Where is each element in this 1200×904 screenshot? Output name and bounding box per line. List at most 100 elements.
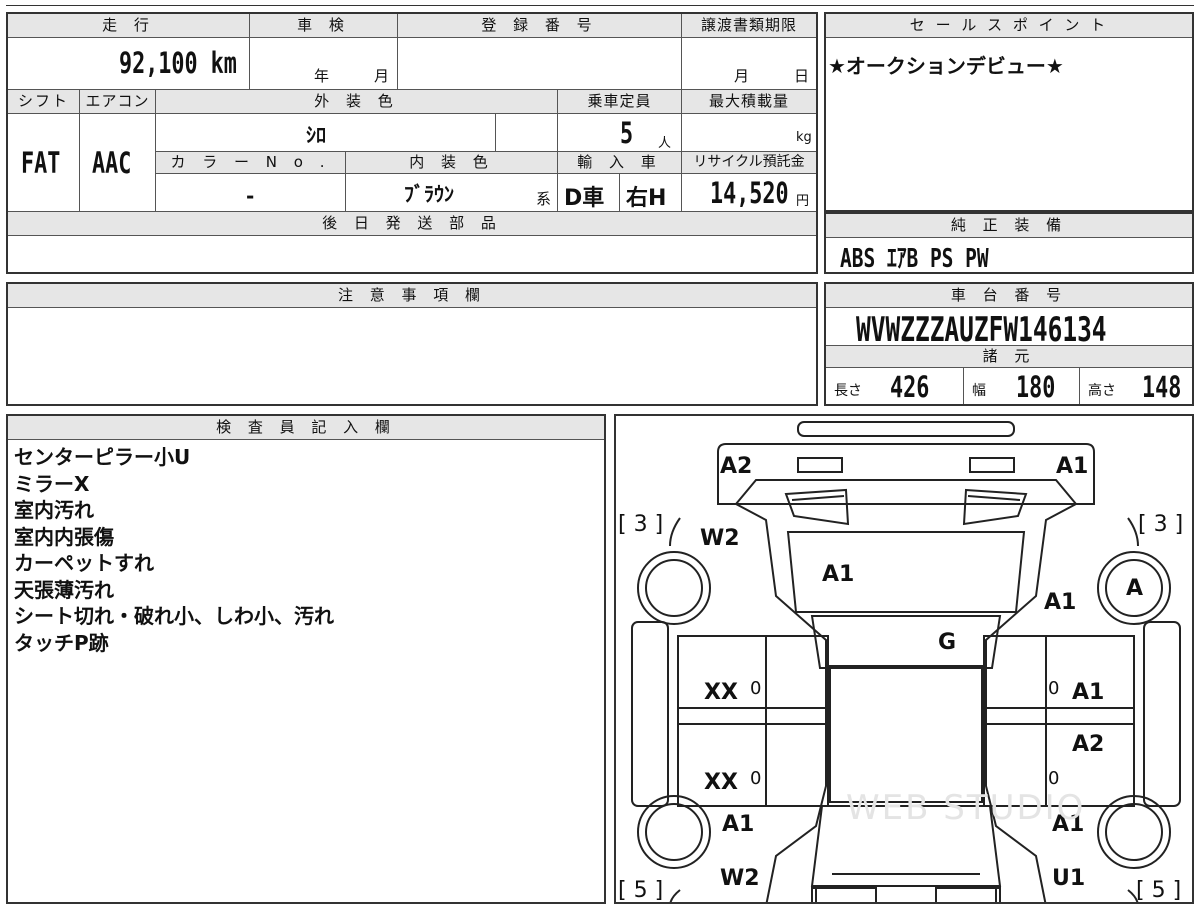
car-outline-diagram [631,421,1181,902]
shift-value: FAT [21,146,61,180]
sales-point-text: ★オークションデビュー★ [828,54,1064,78]
registration-cell [398,38,682,90]
max-load-header: 最大積載量 [682,90,816,114]
capacity-header: 乗車定員 [558,90,682,114]
inspection-header: 車 検 [250,14,398,38]
inspector-note-line: 室内内張傷 [14,524,114,549]
inspector-note-line: センターピラー小U [14,445,191,469]
spec-height-label: 高さ [1088,383,1116,399]
code-roof: G [938,630,957,655]
import-header: 輸 入 車 [558,152,682,174]
code-front-left-door: XX [704,680,738,705]
import-type-value: D車 [564,186,605,211]
import-type-cell: D車 [558,174,620,212]
code-rear-left-bottom: W2 [720,866,760,891]
spec-length-cell: 長さ 426 [826,368,964,404]
inspector-notes-header: 検 査 員 記 入 欄 [8,416,604,440]
code-rear-right-tire: [ 5 ] [1136,878,1182,903]
code-front-right-door: A1 [1072,680,1105,705]
inspection-month-label: 月 [374,67,390,85]
top-strip [6,0,1194,6]
code-rear-right-door-num: 0 [1048,768,1060,789]
code-front-right-tire: [ 3 ] [1138,512,1184,537]
chassis-number-header: 車 台 番 号 [826,284,1192,308]
recycle-deposit-cell: 14,520 円 [682,174,816,212]
import-steering-cell: 右H [620,174,682,212]
recycle-deposit-unit: 円 [796,194,810,209]
code-rear-left-tire: [ 5 ] [618,878,664,903]
code-front-right-lamp: A1 [1056,454,1089,479]
recycle-deposit-header: リサイクル預託金 [682,152,816,174]
code-front-left-door-num: 0 [750,678,762,699]
max-load-cell: kg [682,114,816,152]
code-windshield: A1 [822,562,855,587]
transfer-deadline-header: 譲渡書類期限 [682,14,816,38]
later-parts-cell [8,236,816,272]
spec-width-cell: 幅 180 [964,368,1080,404]
watermark: WEB STUDIO [846,788,1086,828]
genuine-equipment-header: 純 正 装 備 [826,214,1192,238]
color-no-value: - [246,184,255,208]
genuine-equipment-value: ABS ｴｱB PS PW [840,244,989,274]
aircon-header: エアコン [80,90,156,114]
code-front-left-lamp: A2 [720,454,753,479]
inspector-notes-list: センターピラー小U ミラーX 室内汚れ 室内内張傷 カーペットすれ 天張薄汚れ … [10,444,600,656]
caution-notes-box: 注 意 事 項 欄 [6,282,818,406]
spec-height-cell: 高さ 148 [1080,368,1192,404]
code-front-right-wheel: A [1126,576,1144,601]
color-no-cell: - [156,174,346,212]
capacity-unit: 人 [658,136,672,151]
code-rear-left-quarter: A1 [722,812,755,837]
registration-header: 登 録 番 号 [398,14,682,38]
inspector-note-line: シート切れ・破れ小、しわ小、汚れ [14,604,334,628]
inspector-note-line: 天張薄汚れ [14,577,114,602]
code-front-right-door-num: 0 [1048,678,1060,699]
interior-color-cell: ﾌﾞﾗｳﾝ 系 [346,174,558,212]
sales-point-header: セ ー ル ス ポ イ ン ト [826,14,1192,38]
interior-color-suffix: 系 [536,190,552,208]
inspector-note-line: タッチP跡 [14,630,109,655]
code-front-right-fender: A1 [1044,590,1077,615]
code-rear-right-bottom: U1 [1052,866,1086,891]
sales-point-box: セ ー ル ス ポ イ ン ト ★オークションデビュー★ [824,12,1194,212]
inspection-cell: 年 月 [250,38,398,90]
inspector-note-line: ミラーX [14,471,90,496]
exterior-color-header: 外 装 色 [156,90,558,114]
color-no-header: カ ラ ー N o . [156,152,346,174]
transfer-deadline-cell: 月 日 [682,38,816,90]
recycle-deposit-value: 14,520 [710,176,789,210]
mileage-value: 92,100 km [119,46,237,80]
interior-color-value: ﾌﾞﾗｳﾝ [404,182,454,206]
inspector-note-line: 室内汚れ [14,498,94,522]
damage-diagram-box: A2 A1 [ 3 ] [ 3 ] W2 A1 A1 A G XX 0 0 A1… [614,414,1194,904]
inspection-year-label: 年 [314,67,330,85]
interior-color-header: 内 装 色 [346,152,558,174]
specs-header: 諸 元 [826,346,1192,368]
mileage-header: 走 行 [8,14,250,38]
caution-notes-content [8,308,816,404]
code-front-left-fender: W2 [700,526,740,551]
code-rear-left-door-num: 0 [750,768,762,789]
inspector-notes-box: 検 査 員 記 入 欄 センターピラー小U ミラーX 室内汚れ 室内内張傷 カー… [6,414,606,904]
capacity-cell: 5 人 [558,114,682,152]
chassis-specs-box: 車 台 番 号 WVWZZZAUZFW146134 諸 元 長さ 426 幅 1… [824,282,1194,406]
spec-length-label: 長さ [834,383,862,399]
chassis-number-value: WVWZZZAUZFW146134 [856,310,1107,350]
mileage-cell: 92,100 km [8,38,250,90]
later-parts-header: 後 日 発 送 部 品 [8,212,816,236]
code-front-left-tire: [ 3 ] [618,512,664,537]
spec-height-value: 148 [1142,370,1182,404]
caution-notes-header: 注 意 事 項 欄 [8,284,816,308]
inspector-note-line: カーペットすれ [14,551,154,575]
transfer-month-label: 月 [734,67,750,85]
spec-width-value: 180 [1016,370,1056,404]
chassis-number-cell: WVWZZZAUZFW146134 [826,308,1192,350]
vehicle-info-table: 走 行 車 検 登 録 番 号 譲渡書類期限 92,100 km 年 月 月 日… [6,12,818,274]
aircon-value: AAC [92,146,132,180]
transfer-day-label: 日 [794,67,810,85]
aircon-cell: AAC [80,114,156,212]
shift-cell: FAT [8,114,80,212]
spec-width-label: 幅 [972,383,986,399]
shift-header: シフト [8,90,80,114]
spec-length-value: 426 [890,370,930,404]
